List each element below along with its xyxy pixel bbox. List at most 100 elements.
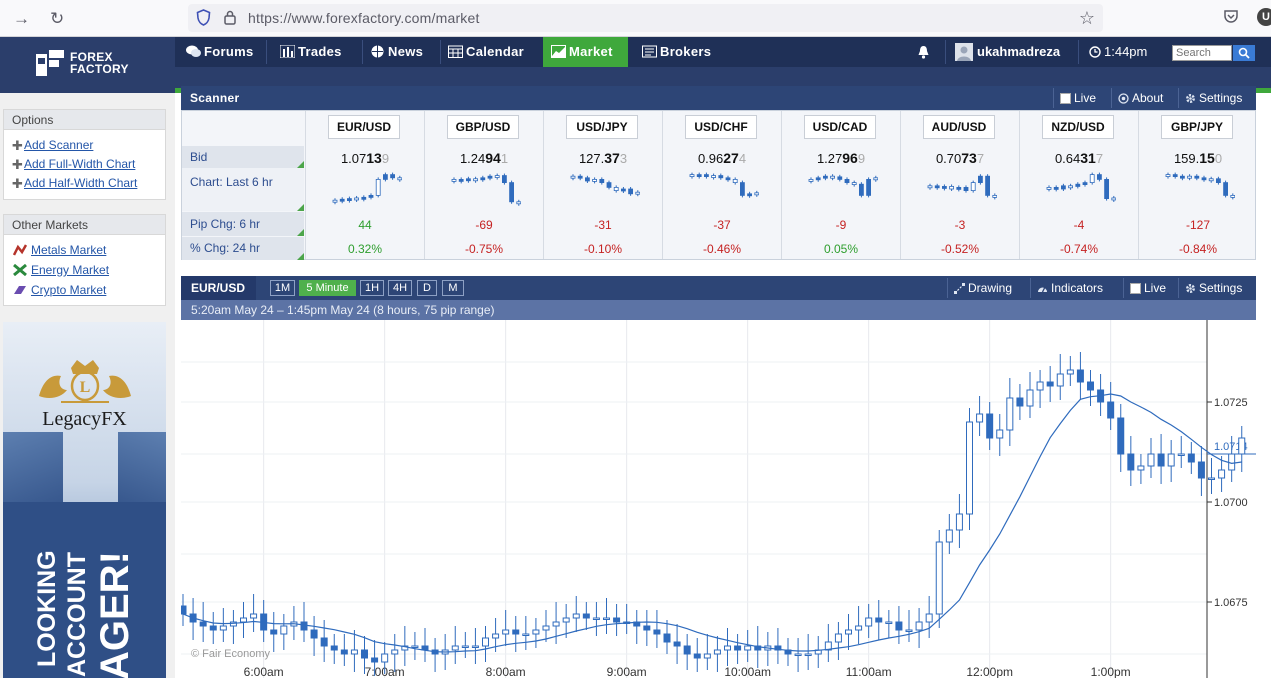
spark-candle xyxy=(502,175,507,183)
scanner-column-eurusd: EUR/USD 1.07139 44 0.32% xyxy=(305,111,423,259)
row-label-pct: % Chg: 24 hr xyxy=(182,237,304,260)
spark-candle xyxy=(808,178,814,182)
pair-button[interactable]: GBP/JPY xyxy=(1161,115,1233,139)
pair-button[interactable]: EUR/USD xyxy=(328,115,400,139)
candlestick-chart[interactable]: 6:00am 7:00am 8:00am 9:00am 10:00am 11:00am 12… xyxy=(179,320,1256,679)
tab-calendar[interactable]: Calendar xyxy=(440,37,536,67)
spark-candle xyxy=(1068,185,1074,189)
sparkline-chart[interactable] xyxy=(1044,169,1116,211)
percent-change: -0.74% xyxy=(1059,242,1099,256)
scanner-live-toggle[interactable]: Live xyxy=(1053,88,1104,108)
indicators-button[interactable]: Indicators xyxy=(1030,278,1111,298)
candle-body xyxy=(350,649,358,655)
sparkline-chart[interactable] xyxy=(568,169,640,211)
energy-market-label: Energy Market xyxy=(31,263,110,277)
extension-icon[interactable]: U xyxy=(1257,8,1271,26)
scanner-about-button[interactable]: About xyxy=(1111,88,1171,108)
timeframe-m[interactable]: M xyxy=(442,280,464,296)
chart-settings-button[interactable]: Settings xyxy=(1178,278,1250,298)
tab-brokers[interactable]: Brokers xyxy=(634,37,726,67)
crypto-market-link[interactable]: Crypto Market xyxy=(4,280,165,300)
username-link[interactable]: ukahmadreza xyxy=(977,37,1060,67)
timeframe-1h[interactable]: 1H xyxy=(360,280,384,296)
candle-body xyxy=(1066,369,1074,375)
pair-button[interactable]: USD/CHF xyxy=(685,115,757,139)
spark-candle xyxy=(354,197,360,201)
spark-candle xyxy=(368,194,374,198)
spark-candle xyxy=(1179,175,1185,179)
sparkline-chart[interactable] xyxy=(925,169,997,211)
sparkline-chart[interactable] xyxy=(330,169,402,211)
spark-candle xyxy=(747,193,752,197)
forward-icon[interactable]: → xyxy=(13,9,30,29)
candle-body xyxy=(703,653,711,659)
shield-icon[interactable] xyxy=(196,9,211,26)
add-scanner-link[interactable]: ✚ Add Scanner xyxy=(4,136,165,155)
chart-pair-button[interactable]: EUR/USD xyxy=(181,276,256,300)
candle-body xyxy=(179,605,187,615)
crypto-icon xyxy=(14,286,26,294)
pair-button[interactable]: GBP/USD xyxy=(447,115,519,139)
tab-market[interactable]: Market xyxy=(543,37,628,67)
timeframe-5-minute[interactable]: 5 Minute xyxy=(299,280,356,296)
site-time[interactable]: 1:44pm xyxy=(1104,37,1147,67)
spark-candle xyxy=(383,174,388,180)
lock-icon[interactable] xyxy=(223,10,237,25)
logo-icon xyxy=(36,50,64,76)
pair-button[interactable]: NZD/USD xyxy=(1042,115,1114,139)
candle-body xyxy=(1026,389,1034,407)
notifications-bell-icon[interactable] xyxy=(917,45,930,59)
pair-button[interactable]: USD/JPY xyxy=(566,115,638,139)
spark-candle xyxy=(978,175,983,183)
add-half-width-chart-link[interactable]: ✚ Add Half-Width Chart xyxy=(4,174,165,193)
timeframe-4h[interactable]: 4H xyxy=(388,280,412,296)
tab-forums[interactable]: Forums xyxy=(178,37,264,67)
bid-price-part: 96 xyxy=(842,150,858,166)
drawing-button[interactable]: Drawing xyxy=(947,278,1020,298)
site-logo[interactable]: FOREX FACTORY xyxy=(0,37,175,93)
tab-news[interactable]: News xyxy=(362,37,438,67)
bookmark-star-icon[interactable]: ☆ xyxy=(1079,8,1095,29)
pip-change: -69 xyxy=(475,218,493,232)
sparkline-chart[interactable] xyxy=(449,169,521,211)
address-bar[interactable]: https://www.forexfactory.com/market ☆ xyxy=(188,4,1103,32)
ad-brand-name: LegacyFX xyxy=(42,408,127,430)
scanner-settings-button[interactable]: Settings xyxy=(1178,88,1250,108)
info-icon xyxy=(1118,93,1129,104)
sparkline-chart[interactable] xyxy=(1163,169,1235,211)
candle-body xyxy=(966,421,973,515)
bid-price-part: 73 xyxy=(961,150,977,166)
y-axis-tick-label: 1.0700 xyxy=(1214,497,1248,509)
sparkline-chart[interactable] xyxy=(806,169,878,211)
spark-candle xyxy=(1082,182,1088,186)
candle-body xyxy=(945,529,953,543)
legacyfx-ad-banner[interactable]: L LegacyFX LOOKING ACCOUNT AGER! xyxy=(3,322,166,678)
sparkline-chart[interactable] xyxy=(687,169,759,211)
candle-body xyxy=(330,645,338,651)
pair-button[interactable]: AUD/USD xyxy=(923,115,995,139)
reload-icon[interactable]: ↻ xyxy=(50,9,64,29)
tab-trades[interactable]: Trades xyxy=(272,37,360,67)
pair-button[interactable]: USD/CAD xyxy=(804,115,876,139)
candle-body xyxy=(300,621,308,631)
timeframe-d[interactable]: D xyxy=(417,280,437,296)
x-axis-tick-label: 8:00am xyxy=(486,665,526,678)
avatar[interactable] xyxy=(955,43,973,61)
search-input[interactable] xyxy=(1172,45,1232,61)
chart-live-toggle[interactable]: Live xyxy=(1123,278,1174,298)
percent-change: -0.46% xyxy=(702,242,742,256)
metals-market-link[interactable]: Metals Market xyxy=(4,240,165,260)
timeframe-1m[interactable]: 1M xyxy=(270,280,295,296)
candle-body xyxy=(411,645,419,648)
price-chart[interactable]: 6:00am 7:00am 8:00am 9:00am 10:00am 11:00am 12… xyxy=(179,320,1256,679)
pocket-icon[interactable] xyxy=(1223,8,1239,24)
add-half-width-chart-label: Add Half-Width Chart xyxy=(24,176,138,190)
candle-body xyxy=(1147,453,1155,467)
metals-market-label: Metals Market xyxy=(31,243,107,257)
candle-body xyxy=(199,621,207,627)
search-button[interactable] xyxy=(1233,45,1255,61)
energy-market-link[interactable]: Energy Market xyxy=(4,260,165,280)
spark-candle xyxy=(934,185,940,189)
candle-body xyxy=(875,617,883,623)
add-full-width-chart-link[interactable]: ✚ Add Full-Width Chart xyxy=(4,155,165,174)
